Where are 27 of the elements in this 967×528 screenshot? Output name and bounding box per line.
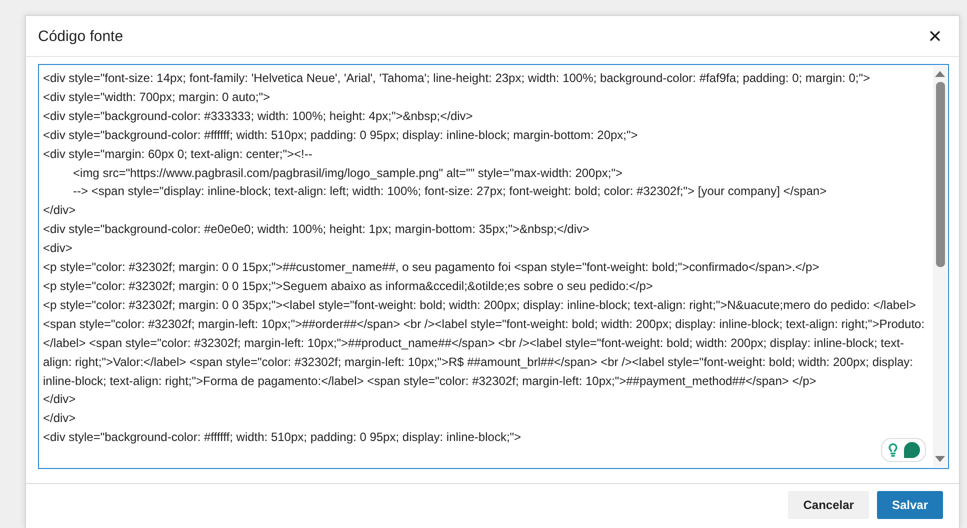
code-line: </div> — [43, 391, 77, 408]
code-line: <div style="font-size: 14px; font-family: 'Helvetica Neue', 'Arial', 'Tahoma'; line-height: 23px; width: 100%; background-color: #faf9fa; padding: 0; margin: 0;"> — [43, 70, 872, 87]
code-line: <div style="background-color: #333333; width: 100%; height: 4px;">&nbsp;</div> — [43, 108, 474, 125]
save-button[interactable]: Salvar — [876, 491, 943, 519]
code-line: --> <span style="display: inline-block; text-align: left; width: 100%; font-size: 27px; font-weight: bold; color: #32302f;"> [your company] </span> — [72, 183, 828, 200]
chat-bubble-icon[interactable] — [903, 441, 921, 459]
code-line: <p style="color: #32302f; margin: 0 0 15px;">##customer_name##, o seu pagamento foi <span style="font-weight: bold;">confirmado</span>.</p> — [43, 259, 820, 276]
code-line: <div style="background-color: #e0e0e0; width: 100%; height: 1px; margin-bottom: 35px;">&nbsp;</div> — [43, 221, 591, 238]
code-line: <div> — [43, 240, 74, 258]
scroll-up-icon[interactable] — [935, 71, 945, 77]
lightbulb-icon[interactable] — [886, 443, 900, 457]
code-line: <div style="margin: 60px 0; text-align: center;"><!-- — [43, 146, 314, 163]
scrollbar-thumb[interactable] — [936, 82, 944, 267]
dialog-title: Código fonte — [38, 28, 124, 44]
code-line: </div> — [43, 202, 77, 220]
scroll-down-icon[interactable] — [935, 456, 945, 462]
code-line: <div style="background-color: #ffffff; width: 510px; padding: 0 95px; display: inline-block;"> — [43, 429, 522, 446]
code-line: <div style="width: 700px; margin: 0 auto;"> — [43, 88, 271, 106]
close-icon — [927, 28, 943, 44]
code-line: <p style="color: #32302f; margin: 0 0 15px;">Seguem abaixo as informa&ccedil;&otilde;es sobre o seu pedido:</p> — [43, 278, 654, 295]
code-line: <p style="color: #32302f; margin: 0 0 35px;"><label style="font-weight: bold; width: 200px; display: inline-block; text-align: right;">N&uacute;mero do pedido: </label> <span style="color: #32302f; margin-left: 10px;">##order##</span> <br /><label style="font-weight: bold; width: 200px; display: inline-block; text-align: right;">Produto:</label> <span style="color: #32302f; margin-left: 10px;">##product_name##</span> <br /><label style="font-weight: bold; width: 200px; display: inline-block; text-align: right;">Valor:</label> <span style="color: #32302f; margin-left: 10px;">R$ ##amount_brl##</span> <br /><label style="font-weight: bold; width: 200px; display: inline-block; text-align: right;">Forma de pagamento:</label> <span style="color: #32302f; margin-left: 10px;">##payment_method##</span> </p> — [43, 296, 926, 390]
code-line: </div> — [43, 410, 77, 428]
scrollbar[interactable] — [933, 66, 947, 467]
code-line: <img src="https://www.pagbrasil.com/pagbrasil/img/logo_sample.png" alt="" style="max-width: 200px;"> — [72, 164, 624, 182]
code-editor[interactable] — [38, 64, 949, 469]
code-line: <div style="background-color: #ffffff; width: 510px; padding: 0 95px; display: inline-block; margin-bottom: 20px;"> — [43, 126, 639, 144]
cancel-button[interactable]: Cancelar — [788, 491, 869, 519]
